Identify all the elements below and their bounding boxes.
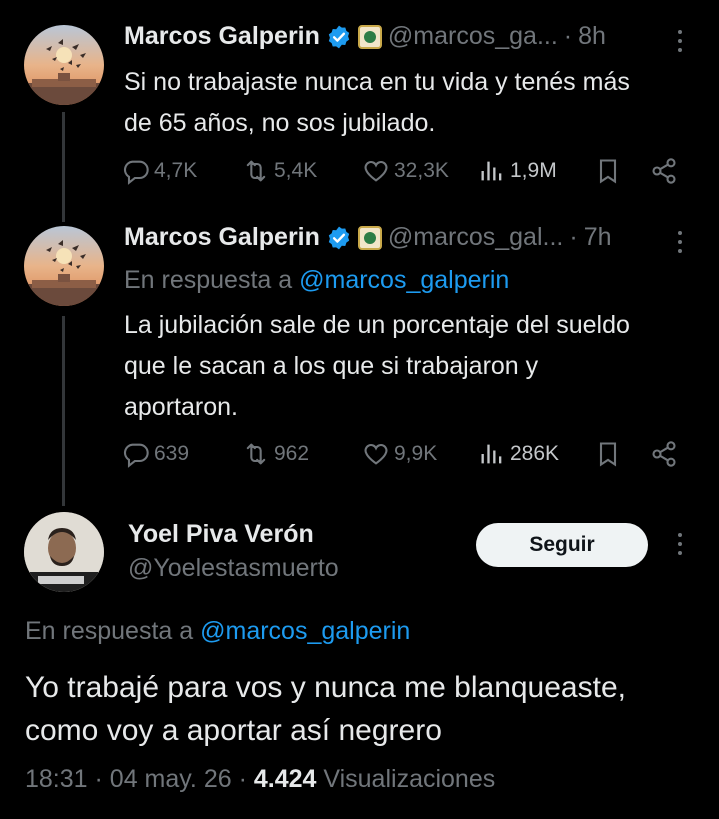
author-name[interactable]: Yoel Piva Verón: [128, 520, 314, 549]
tweet-text: Si no trabajaste nunca en tu vida y tené…: [124, 62, 704, 144]
emoji-badge-icon: [357, 24, 382, 49]
reply-context: En respuesta a @marcos_galperin: [25, 617, 410, 646]
retweet-count: 962: [274, 442, 310, 465]
like-count: 9,9K: [394, 442, 438, 465]
views-count: 1,9M: [510, 159, 557, 182]
like-icon: [364, 160, 388, 182]
reply-icon: [123, 443, 149, 468]
reply-prefix: En respuesta a: [124, 266, 293, 294]
retweet-count: 5,4K: [274, 159, 318, 182]
tweet-header: Marcos Galperin @marcos_gal... · 7h: [124, 223, 612, 252]
author-handle[interactable]: @marcos_gal...: [388, 223, 563, 252]
verified-badge-icon: [328, 25, 350, 48]
views-button[interactable]: 1,9M: [478, 151, 557, 191]
share-icon: [652, 158, 676, 184]
reply-prefix: En respuesta a: [25, 617, 194, 645]
like-button[interactable]: 9,9K: [362, 434, 437, 474]
tweet-text-line: como voy a aportar así negrero: [25, 714, 442, 747]
tweet-text-line: Si no trabajaste nunca en tu vida y tené…: [124, 68, 630, 96]
action-bar: 4,7K 5,4K 32,3K 1,9M: [122, 151, 702, 191]
bookmark-button[interactable]: [594, 151, 622, 191]
like-button[interactable]: 32,3K: [362, 151, 449, 191]
views-count: 286K: [510, 442, 560, 465]
reply-count: 639: [154, 442, 190, 465]
retweet-button[interactable]: 962: [242, 434, 309, 474]
avatar[interactable]: [24, 226, 104, 306]
views-label: Visualizaciones: [323, 765, 496, 793]
reply-button[interactable]: 639: [122, 434, 189, 474]
separator-dot: ·: [238, 765, 247, 793]
author-name[interactable]: Marcos Galperin: [124, 22, 320, 51]
reply-button[interactable]: 4,7K: [122, 151, 197, 191]
follow-button[interactable]: Seguir: [476, 523, 648, 567]
tweet-meta: 18:31 · 04 may. 26 · 4.424 Visualizacion…: [25, 765, 495, 794]
reply-icon: [123, 160, 149, 185]
mention-link[interactable]: @marcos_galperin: [299, 266, 509, 294]
more-icon[interactable]: [675, 30, 685, 52]
avatar[interactable]: [24, 512, 104, 592]
bookmark-icon: [599, 159, 617, 184]
share-button[interactable]: [650, 434, 678, 474]
tweet-text-line: de 65 años, no sos jubilado.: [124, 109, 436, 137]
thread-line-1: [62, 112, 65, 222]
views-button[interactable]: 286K: [478, 434, 559, 474]
tweet-header: Marcos Galperin @marcos_ga... · 8h: [124, 22, 606, 51]
tweet-text-line: Yo trabajé para vos y nunca me blanqueas…: [25, 671, 626, 704]
mention-link[interactable]: @marcos_galperin: [200, 617, 410, 645]
verified-badge-icon: [328, 226, 350, 249]
retweet-icon: [246, 160, 266, 182]
retweet-icon: [246, 443, 266, 465]
author-handle[interactable]: @Yoelestasmuerto: [128, 554, 339, 583]
tweet-text-line: La jubilación sale de un porcentaje del …: [124, 311, 630, 339]
author-name[interactable]: Marcos Galperin: [124, 223, 320, 252]
tweet-text-line: que le sacan a los que si trabajaron y: [124, 352, 539, 380]
tweet-date[interactable]: 04 may. 26: [110, 765, 232, 793]
emoji-badge-icon: [357, 225, 382, 250]
views-icon: [481, 444, 502, 464]
retweet-button[interactable]: 5,4K: [242, 151, 317, 191]
tweet-timestamp[interactable]: 18:31: [25, 765, 88, 793]
tweet-text: Yo trabajé para vos y nunca me blanqueas…: [25, 666, 715, 752]
tweet-time[interactable]: 7h: [584, 223, 612, 252]
bookmark-button[interactable]: [594, 434, 622, 474]
separator-dot: ·: [94, 765, 103, 793]
action-bar: 639 962 9,9K 286K: [122, 434, 702, 474]
avatar[interactable]: [24, 25, 104, 105]
separator-dot: ·: [569, 223, 578, 251]
separator-dot: ·: [563, 22, 573, 50]
like-count: 32,3K: [394, 159, 449, 182]
tweet-text: La jubilación sale de un porcentaje del …: [124, 305, 704, 428]
reply-context: En respuesta a @marcos_galperin: [124, 266, 509, 295]
views-count: 4.424: [253, 765, 317, 793]
tweet-text-line: aportaron.: [124, 393, 238, 421]
reply-count: 4,7K: [154, 159, 198, 182]
thread-line-2: [62, 316, 65, 506]
more-icon[interactable]: [675, 533, 685, 555]
bookmark-icon: [599, 442, 617, 467]
like-icon: [364, 443, 388, 465]
share-button[interactable]: [650, 151, 678, 191]
tweet-time[interactable]: 8h: [578, 22, 606, 51]
views-icon: [481, 161, 502, 181]
more-icon[interactable]: [675, 231, 685, 253]
author-handle[interactable]: @marcos_ga...: [388, 22, 558, 51]
share-icon: [652, 441, 676, 467]
